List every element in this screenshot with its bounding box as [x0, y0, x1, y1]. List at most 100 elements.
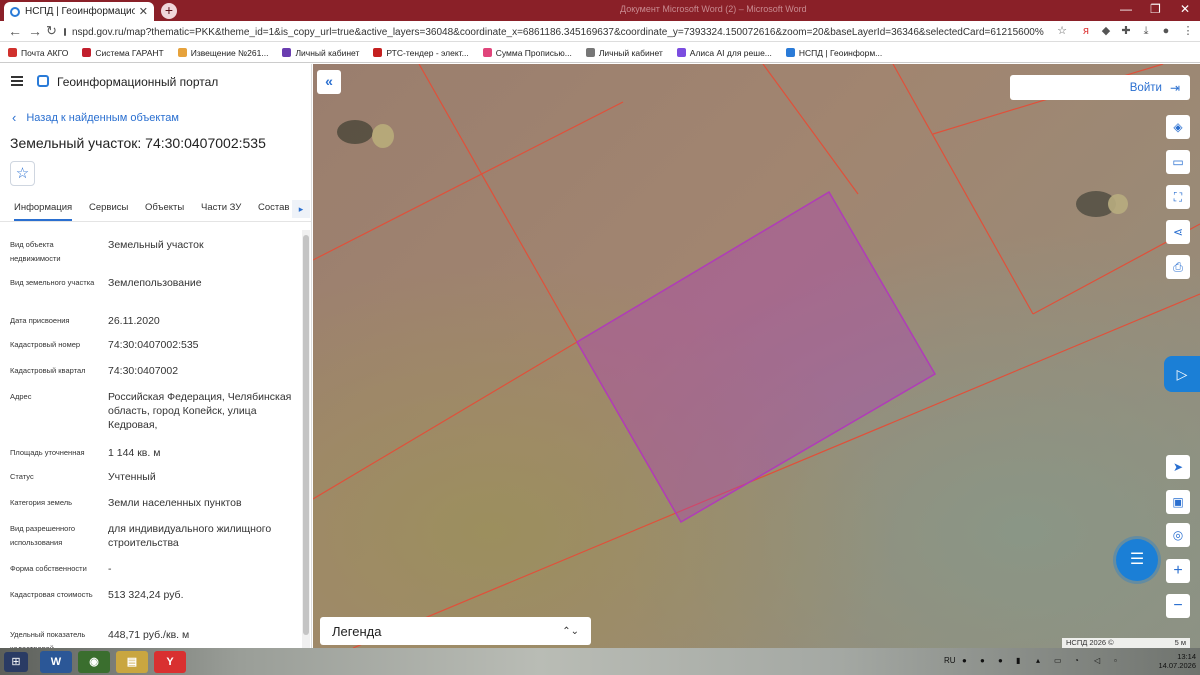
ruler-button[interactable]: ▭: [1166, 150, 1190, 174]
basemap-button[interactable]: ▣: [1166, 490, 1190, 514]
panel-scrollbar[interactable]: [302, 230, 310, 648]
bookmark-item[interactable]: Сумма Прописью...: [482, 48, 572, 58]
clock[interactable]: 13:14 14.07.2026: [1150, 652, 1196, 670]
bookmark-favicon-icon: [373, 48, 383, 57]
bookmark-label: РТС-тендер - элект...: [386, 47, 469, 58]
yandex-extension-icon[interactable]: я: [1080, 25, 1092, 37]
tab-parts[interactable]: Части ЗУ: [201, 202, 241, 213]
attribute-value: Земельный участок: [108, 239, 204, 251]
side-widget-button[interactable]: ▷: [1164, 356, 1200, 392]
share-button[interactable]: ⋖: [1166, 220, 1190, 244]
close-window-icon[interactable]: ✕: [1180, 2, 1190, 16]
volume-icon[interactable]: ◁: [1094, 656, 1100, 665]
battery-icon[interactable]: ▭: [1054, 656, 1062, 665]
bookmark-item[interactable]: НСПД | Геоинформ...: [785, 47, 883, 58]
boundary-line: [892, 64, 1034, 315]
chat-assistant-button[interactable]: ☰: [1116, 539, 1158, 581]
bookmark-favicon-icon: [676, 48, 686, 57]
tray-app-icon[interactable]: ●: [998, 656, 1003, 665]
bookmark-item[interactable]: Личный кабинет: [585, 47, 663, 58]
scrollbar-thumb[interactable]: [303, 235, 309, 635]
profile-icon[interactable]: ●: [1160, 25, 1172, 37]
selected-parcel[interactable]: [575, 190, 937, 524]
tab-information[interactable]: Информация: [14, 202, 73, 221]
map-overlay: [313, 64, 1200, 648]
layers-button[interactable]: ◈: [1166, 115, 1190, 139]
shield-extension-icon[interactable]: ◆: [1100, 25, 1112, 37]
browser-tabbar: НСПД | Геоинформационный п ✕ + Документ …: [0, 0, 1200, 21]
bookmark-item[interactable]: РТС-тендер - элект...: [373, 47, 469, 58]
yandex-browser-app-icon[interactable]: Y: [154, 651, 186, 673]
bookmark-item[interactable]: Личный кабинет: [282, 48, 359, 58]
url-text: nspd.gov.ru/map?thematic=PKK&theme_id=1&…: [72, 26, 1044, 38]
download-icon[interactable]: ⤓: [1140, 25, 1152, 37]
locate-me-button[interactable]: ➤: [1166, 455, 1190, 479]
nspd-favicon-icon: [10, 6, 20, 17]
legend-select[interactable]: Легенда ⌃⌄: [320, 617, 591, 645]
attribute-value: для индивидуального жилищного строительс…: [108, 523, 272, 549]
collapse-panel-button[interactable]: «: [317, 70, 341, 94]
attribute-label: Кадастровый квартал: [10, 366, 86, 375]
taskbar: ⊞ W ◉ ▤ Y RU ● ● ● ▮ ▴ ▭ ◔ ◁ ▫ 13:14 14.…: [0, 648, 1200, 675]
bookmark-label: НСПД | Геоинформ...: [798, 47, 883, 58]
login-button[interactable]: Войти ⇥: [1010, 75, 1190, 100]
reload-icon[interactable]: ↻: [46, 23, 57, 39]
start-button[interactable]: ⊞: [4, 652, 28, 672]
wifi-icon[interactable]: ◔: [1074, 656, 1079, 665]
explorer-app-icon[interactable]: ▤: [116, 651, 148, 673]
zoom-out-button[interactable]: −: [1166, 594, 1190, 618]
tab-services[interactable]: Сервисы: [89, 202, 128, 213]
zoom-in-button[interactable]: +: [1166, 559, 1190, 583]
attribute-label: Дата присвоения: [10, 316, 70, 325]
back-arrow-icon[interactable]: ←: [8, 23, 22, 39]
back-to-results-link[interactable]: ‹ Назад к найденным объектам: [12, 110, 179, 125]
tab-composition[interactable]: Состав: [258, 202, 289, 213]
tree-shadow: [337, 120, 373, 144]
tab-objects[interactable]: Объекты: [145, 202, 184, 213]
print-button[interactable]: ⎙: [1166, 255, 1190, 279]
tabs-scroll-right-button[interactable]: ▸: [292, 200, 310, 218]
search-location-button[interactable]: ◎: [1166, 523, 1190, 547]
attribute-label: Кадастровый номер: [10, 340, 81, 349]
attribute-value: 74:30:0407002:535: [108, 339, 199, 351]
forward-arrow-icon[interactable]: →: [28, 23, 42, 39]
language-indicator[interactable]: RU: [944, 656, 956, 665]
area-select-button[interactable]: ⛶: [1166, 185, 1190, 209]
bookmark-item[interactable]: Алиса AI для реше...: [676, 48, 772, 58]
login-label: Войти: [1129, 81, 1162, 94]
bookmark-star-icon[interactable]: ☆: [1056, 25, 1068, 37]
favorite-star-button[interactable]: ☆: [10, 161, 35, 186]
updown-chevron-icon: ⌃⌄: [562, 625, 579, 637]
site-info-icon[interactable]: [64, 28, 66, 36]
bookmark-label: Личный кабинет: [598, 47, 663, 58]
chrome-app-icon[interactable]: ◉: [78, 651, 110, 673]
extensions-puzzle-icon[interactable]: ✚: [1120, 25, 1132, 37]
minimize-window-icon[interactable]: —: [1120, 2, 1132, 16]
close-tab-icon[interactable]: ✕: [139, 5, 148, 18]
tray-app-icon[interactable]: ●: [980, 656, 985, 665]
browser-tab[interactable]: НСПД | Геоинформационный п ✕: [4, 2, 154, 21]
attribute-label: Вид объекта недвижимости: [10, 240, 61, 263]
attribute-label: Кадастровая стоимость: [10, 590, 93, 599]
menu-hamburger-icon[interactable]: [11, 76, 23, 86]
object-title: Земельный участок: 74:30:0407002:535: [10, 135, 266, 151]
url-field[interactable]: nspd.gov.ru/map?thematic=PKK&theme_id=1&…: [64, 24, 1044, 40]
maximize-window-icon[interactable]: ❐: [1150, 2, 1161, 16]
bookmark-item[interactable]: Система ГАРАНТ: [82, 48, 164, 58]
bookmark-item[interactable]: Почта АКГО: [8, 48, 68, 58]
word-app-icon[interactable]: W: [40, 651, 72, 673]
clock-time: 13:14: [1177, 652, 1196, 661]
browser-menu-icon[interactable]: ⋮: [1182, 25, 1194, 37]
bookmark-favicon-icon: [282, 48, 292, 57]
bookmark-item[interactable]: Извещение №261...: [177, 48, 268, 58]
map-view[interactable]: [313, 64, 1200, 648]
new-tab-button[interactable]: +: [161, 3, 177, 19]
bookmark-label: Личный кабинет: [295, 47, 360, 58]
info-panel: Геоинформационный портал ‹ Назад к найде…: [0, 64, 312, 648]
notifications-icon[interactable]: ▫: [1114, 656, 1117, 665]
network-icon[interactable]: ▮: [1016, 656, 1020, 665]
tray-expand-icon[interactable]: ▴: [1036, 656, 1040, 665]
yandex-tray-icon[interactable]: ●: [962, 656, 967, 665]
tree-crown: [372, 124, 394, 148]
attribute-value: Земли населенных пунктов: [108, 497, 242, 509]
